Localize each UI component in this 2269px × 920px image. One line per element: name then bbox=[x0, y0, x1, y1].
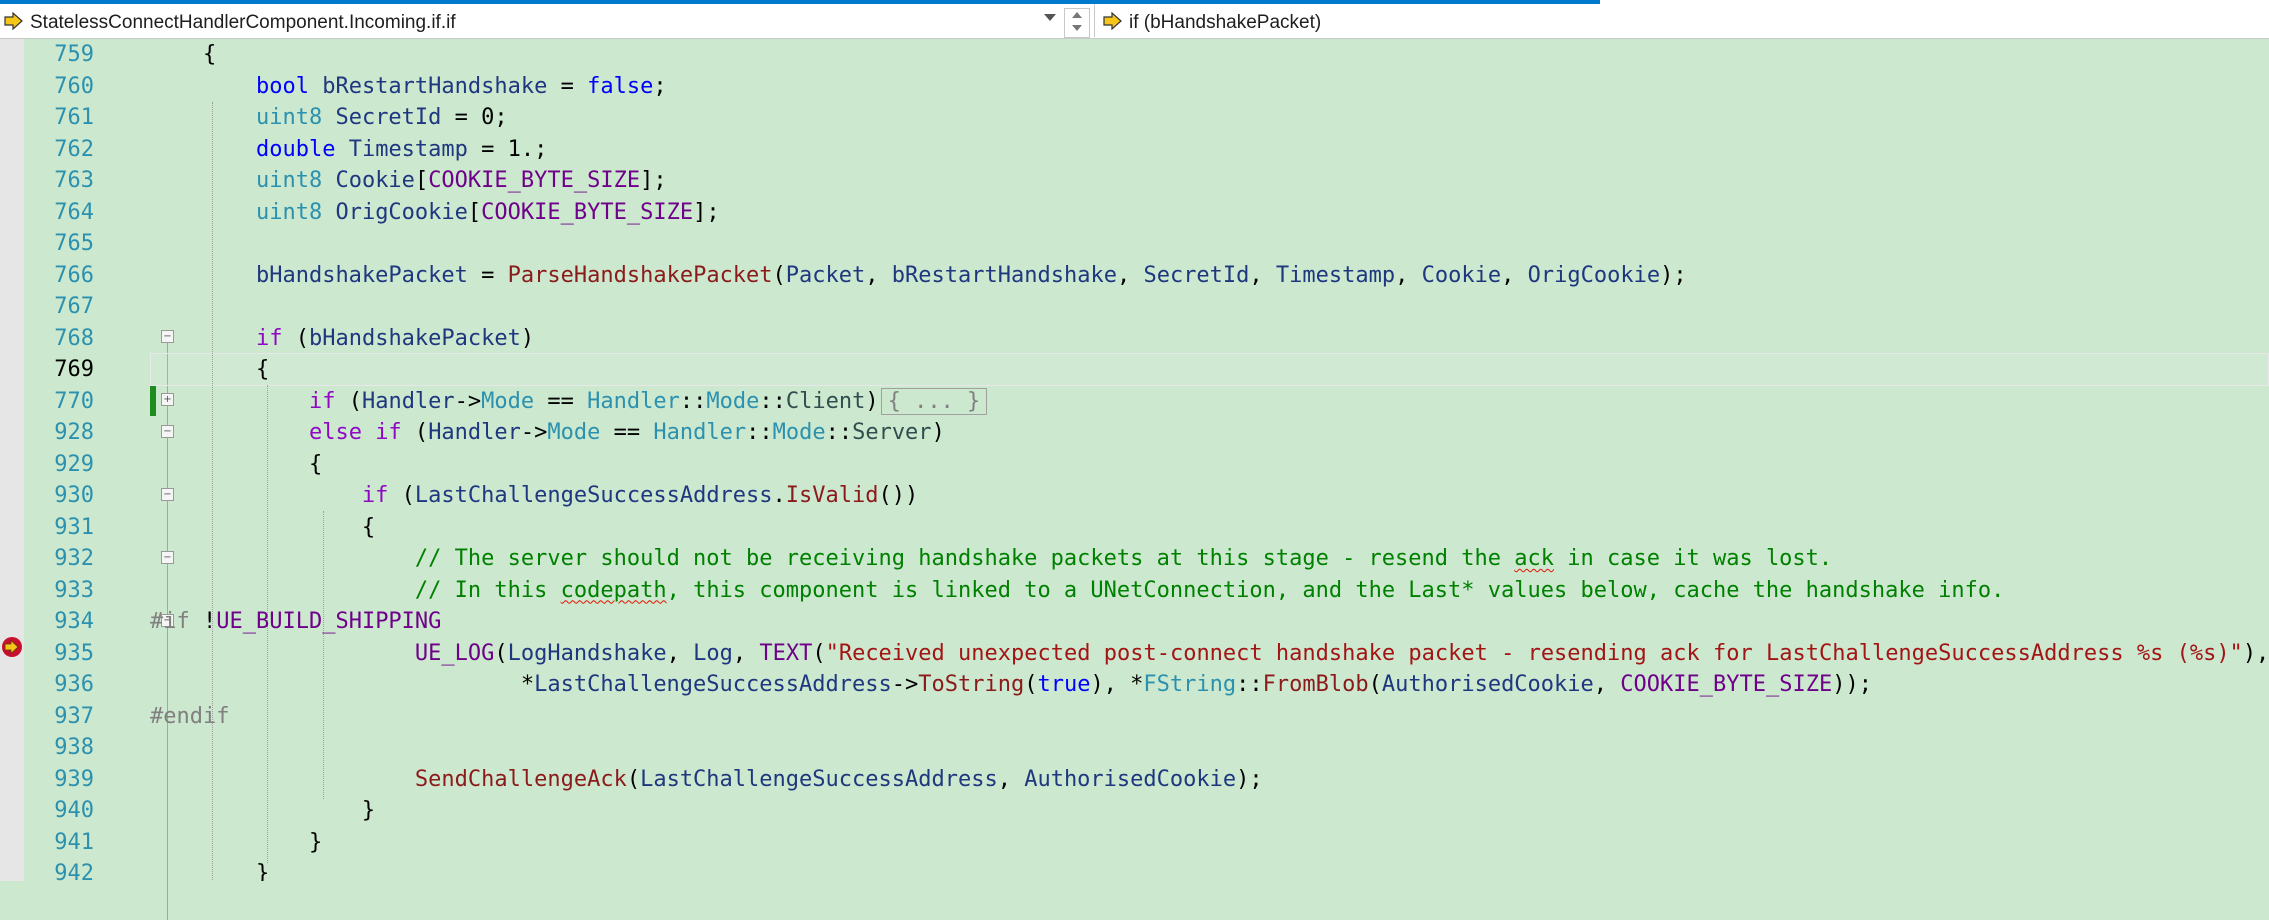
line-number: 765 bbox=[54, 231, 94, 256]
code-line[interactable]: bHandshakePacket = ParseHandshakePacket(… bbox=[150, 260, 1687, 292]
collapsed-block-placeholder[interactable]: { ... } bbox=[880, 387, 988, 415]
line-number: 764 bbox=[54, 199, 94, 225]
line-number: 942 bbox=[54, 861, 94, 886]
line-number: 936 bbox=[54, 672, 94, 697]
member-dropdown-text: if (bHandshakePacket) bbox=[1129, 12, 1322, 33]
yellow-arrow-icon bbox=[1103, 12, 1123, 30]
chevron-down-icon[interactable] bbox=[1044, 14, 1056, 21]
code-line[interactable]: SendChallengeAck(LastChallengeSuccessAdd… bbox=[150, 764, 1263, 796]
code-line[interactable] bbox=[150, 732, 163, 764]
code-line[interactable]: } bbox=[150, 795, 375, 827]
code-line[interactable]: { bbox=[150, 512, 375, 544]
code-line[interactable]: bool bRestartHandshake = false; bbox=[150, 71, 667, 103]
line-number: 767 bbox=[54, 294, 94, 319]
line-number: 930 bbox=[54, 483, 94, 508]
code-line[interactable]: uint8 SecretId = 0; bbox=[150, 102, 508, 134]
spinner-up-icon[interactable] bbox=[1072, 12, 1082, 18]
line-number: 762 bbox=[54, 136, 94, 162]
code-line[interactable]: if (bHandshakePacket) bbox=[150, 323, 534, 355]
line-number: 766 bbox=[54, 262, 94, 288]
line-number: 939 bbox=[54, 766, 94, 792]
code-line[interactable]: double Timestamp = 1.; bbox=[150, 134, 547, 166]
navigation-spinner[interactable] bbox=[1064, 8, 1090, 38]
code-line[interactable]: { bbox=[150, 39, 216, 71]
member-dropdown[interactable]: if (bHandshakePacket) bbox=[1094, 4, 2269, 37]
line-number: 935 bbox=[54, 640, 94, 666]
line-number: 931 bbox=[54, 514, 94, 540]
line-number: 934 bbox=[54, 609, 94, 634]
line-number: 929 bbox=[54, 451, 94, 477]
breakpoint-arrow-icon[interactable] bbox=[1, 636, 23, 662]
spinner-down-icon[interactable] bbox=[1072, 25, 1082, 31]
code-line[interactable]: UE_LOG(LogHandshake, Log, TEXT("Received… bbox=[150, 638, 2269, 670]
line-number: 760 bbox=[54, 73, 94, 99]
code-line[interactable]: *LastChallengeSuccessAddress->ToString(t… bbox=[150, 669, 1872, 701]
yellow-arrow-icon bbox=[4, 12, 24, 30]
code-line[interactable]: uint8 OrigCookie[COOKIE_BYTE_SIZE]; bbox=[150, 197, 720, 229]
code-line[interactable]: #if !UE_BUILD_SHIPPING bbox=[150, 606, 441, 638]
line-number: 928 bbox=[54, 420, 94, 445]
line-number: 761 bbox=[54, 105, 94, 130]
code-line[interactable] bbox=[150, 291, 163, 323]
code-line[interactable]: { bbox=[150, 354, 269, 386]
line-number: 770 bbox=[54, 388, 94, 414]
code-line[interactable] bbox=[150, 228, 163, 260]
code-line[interactable]: uint8 Cookie[COOKIE_BYTE_SIZE]; bbox=[150, 165, 667, 197]
line-number-gutter: 759 760 761 762 763 764 765 766 767 768 … bbox=[24, 39, 174, 920]
code-line[interactable]: #endif bbox=[150, 701, 229, 733]
code-line[interactable]: { bbox=[150, 449, 322, 481]
line-number: 937 bbox=[54, 703, 94, 729]
glyph-margin[interactable] bbox=[0, 39, 24, 881]
line-number: 941 bbox=[54, 829, 94, 855]
code-line[interactable]: if (Handler->Mode == Handler::Mode::Clie… bbox=[150, 386, 988, 418]
code-line[interactable]: // In this codepath, this component is l… bbox=[150, 575, 2004, 607]
navigation-bar: StatelessConnectHandlerComponent.Incomin… bbox=[0, 0, 2269, 39]
code-line[interactable]: } bbox=[150, 827, 322, 859]
code-line[interactable]: if (LastChallengeSuccessAddress.IsValid(… bbox=[150, 480, 918, 512]
current-line-number: 769 bbox=[54, 357, 94, 382]
line-number: 768 bbox=[54, 325, 94, 351]
line-number: 938 bbox=[54, 735, 94, 760]
code-editor[interactable]: { bool bRestartHandshake = false; uint8 … bbox=[150, 39, 2269, 881]
code-line[interactable]: // The server should not be receiving ha… bbox=[150, 543, 1832, 575]
line-number: 932 bbox=[54, 546, 94, 571]
scope-dropdown-text: StatelessConnectHandlerComponent.Incomin… bbox=[30, 12, 456, 33]
scope-dropdown[interactable]: StatelessConnectHandlerComponent.Incomin… bbox=[0, 4, 1062, 37]
line-number: 940 bbox=[54, 798, 94, 823]
code-line[interactable]: else if (Handler->Mode == Handler::Mode:… bbox=[150, 417, 945, 449]
current-line-highlight bbox=[150, 353, 2269, 386]
line-number: 759 bbox=[54, 42, 94, 67]
code-line[interactable]: } bbox=[150, 858, 269, 881]
line-number: 933 bbox=[54, 577, 94, 603]
line-number: 763 bbox=[54, 168, 94, 193]
